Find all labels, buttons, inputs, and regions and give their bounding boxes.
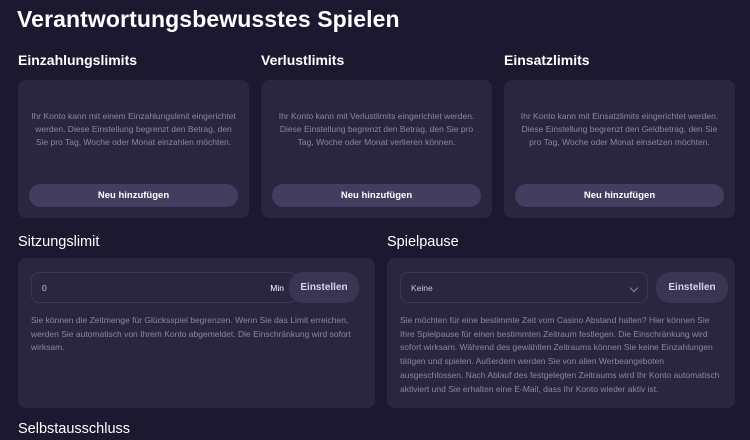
deposit-limits-add-button[interactable]: Neu hinzufügen [29,184,238,207]
deposit-limits-card: Ihr Konto kann mit einem Einzahlungslimi… [18,80,249,218]
deposit-limits-title: Einzahlungslimits [18,52,138,68]
game-pause-card: Keine Einstellen Sie möchten für eine be… [387,258,735,408]
page-title: Verantwortungsbewusstes Spielen [17,6,400,32]
game-pause-selected-value: Keine [411,283,433,293]
session-limit-title: Sitzungslimit [18,234,100,250]
game-pause-set-button[interactable]: Einstellen [656,272,728,303]
loss-limits-card: Ihr Konto kann mit Verlustlimits eingeri… [261,80,492,218]
session-limit-input[interactable]: 0 Min [31,272,297,303]
loss-limits-title: Verlustlimits [261,52,345,68]
loss-limits-add-button[interactable]: Neu hinzufügen [272,184,481,207]
loss-limits-description: Ihr Konto kann mit Verlustlimits eingeri… [278,111,475,147]
game-pause-select[interactable]: Keine [400,272,648,303]
deposit-limits-description: Ihr Konto kann mit einem Einzahlungslimi… [31,111,236,147]
game-pause-title: Spielpause [387,234,459,250]
chevron-down-icon [629,283,639,293]
self-exclusion-title: Selbstausschluss [18,421,131,437]
session-limit-value: 0 [42,283,47,293]
wager-limits-card: Ihr Konto kann mit Einsatzlimits eingeri… [504,80,735,218]
wager-limits-title: Einsatzlimits [504,52,590,68]
wager-limits-description: Ihr Konto kann mit Einsatzlimits eingeri… [520,111,719,147]
game-pause-description: Sie möchten für eine bestimmte Zeit vom … [400,315,720,394]
wager-limits-add-button[interactable]: Neu hinzufügen [515,184,724,207]
session-limit-description: Sie können die Zeitmenge für Glücksspiel… [31,315,351,353]
session-limit-unit: Min [270,283,284,293]
session-limit-set-button[interactable]: Einstellen [289,272,359,303]
session-limit-card: 0 Min Einstellen Sie können die Zeitmeng… [18,258,375,408]
